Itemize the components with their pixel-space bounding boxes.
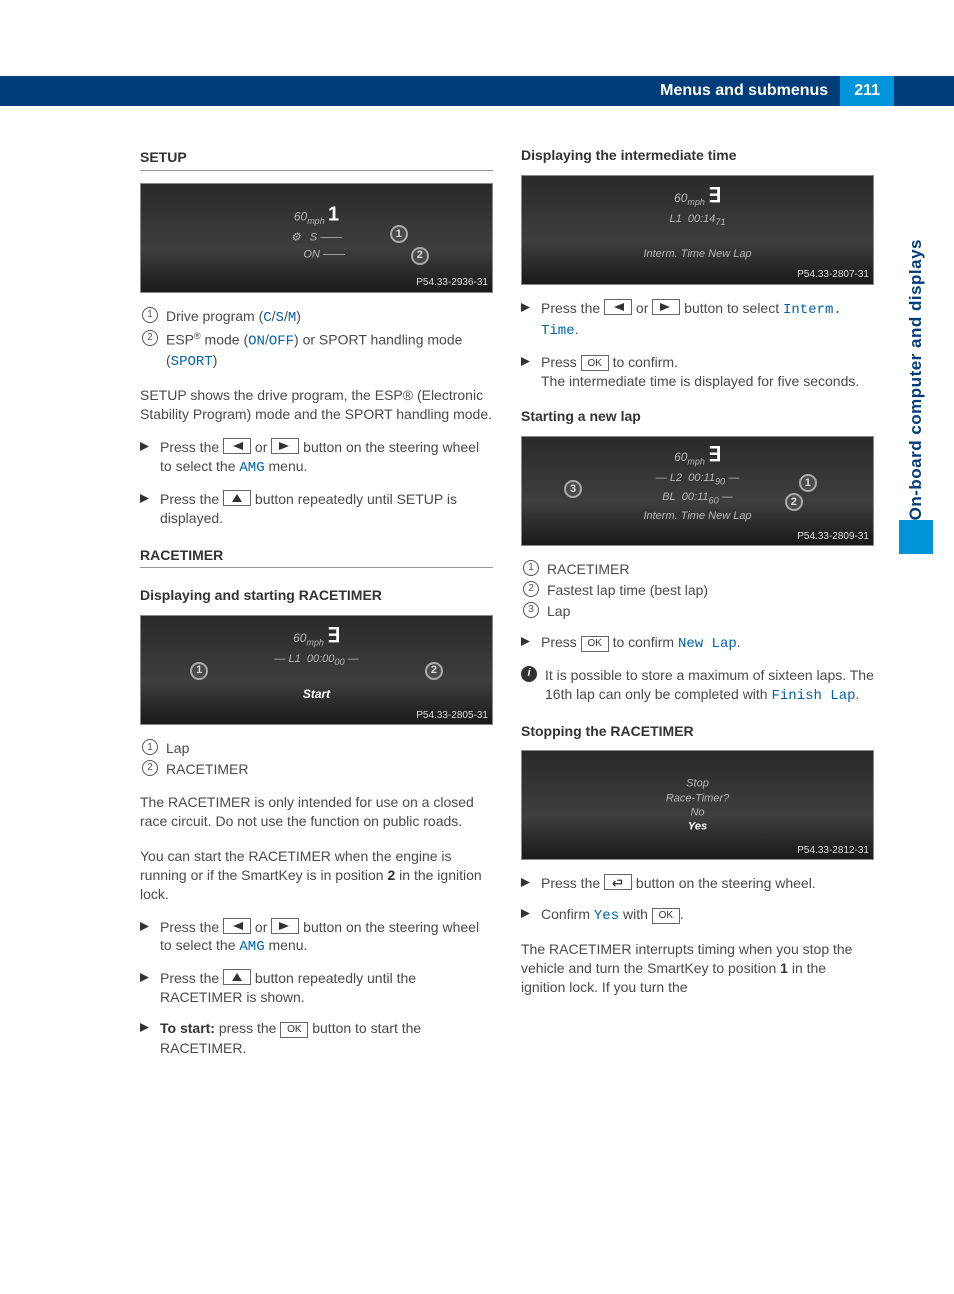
left-arrow-key-icon bbox=[604, 299, 632, 315]
page-number: 211 bbox=[840, 76, 894, 106]
step-bullet-icon bbox=[140, 1019, 152, 1058]
setup-legend: 1 Drive program (C/S/M) 2 ESP® mode (ON/… bbox=[140, 305, 493, 374]
newlap-info: i It is possible to store a maximum of s… bbox=[521, 666, 874, 706]
step-bullet-icon bbox=[140, 969, 152, 1007]
newlap-step-1: Press OK to confirm New Lap. bbox=[521, 633, 874, 654]
section-tab-label: On-board computer and displays bbox=[906, 229, 926, 520]
right-arrow-key-icon bbox=[271, 438, 299, 454]
rt-step-3: To start: press the OK button to start t… bbox=[140, 1019, 493, 1058]
interm-title: Displaying the intermediate time bbox=[521, 146, 874, 165]
stop-step-1: Press the button on the steering wheel. bbox=[521, 874, 874, 893]
step-bullet-icon bbox=[140, 490, 152, 528]
racetimer-sub1: Displaying and starting RACETIMER bbox=[140, 586, 493, 605]
right-column: Displaying the intermediate time 60mph ∃… bbox=[521, 140, 874, 1254]
ok-key-icon: OK bbox=[581, 355, 609, 371]
racetimer-legend: 1Lap 2RACETIMER bbox=[140, 737, 493, 781]
left-column: SETUP 60mph 1 ⚙ S —— ON —— 1 2 P54.33-29… bbox=[140, 140, 493, 1254]
racetimer-p1: The RACETIMER is only intended for use o… bbox=[140, 793, 493, 831]
callout-2-icon: 2 bbox=[142, 330, 158, 346]
rt-step-1: Press the or button on the steering whee… bbox=[140, 918, 493, 958]
newlap-legend: 1RACETIMER 2Fastest lap time (best lap) … bbox=[521, 558, 874, 623]
image-tag: P54.33-2812-31 bbox=[797, 844, 869, 858]
interm-step-1: Press the or button to select Interm. Ti… bbox=[521, 299, 874, 341]
left-arrow-key-icon bbox=[223, 918, 251, 934]
setup-step-1: Press the or button on the steering whee… bbox=[140, 438, 493, 478]
ok-key-icon: OK bbox=[581, 636, 609, 652]
racetimer-title: RACETIMER bbox=[140, 546, 493, 569]
image-tag: P54.33-2936-31 bbox=[416, 276, 488, 290]
header-title: Menus and submenus bbox=[660, 82, 828, 100]
image-tag: P54.33-2809-31 bbox=[797, 530, 869, 544]
setup-step-2: Press the button repeatedly until SETUP … bbox=[140, 490, 493, 528]
callout-1-icon: 1 bbox=[142, 739, 158, 755]
interm-step-2: Press OK to confirm.The intermediate tim… bbox=[521, 353, 874, 392]
info-icon: i bbox=[521, 666, 537, 682]
racetimer-display-image: 60mph ∃ — L1 00:0000 — Start 1 2 P54.33-… bbox=[140, 615, 493, 725]
section-tab-marker bbox=[899, 520, 933, 554]
step-bullet-icon bbox=[140, 438, 152, 478]
newlap-title: Starting a new lap bbox=[521, 407, 874, 426]
setup-title: SETUP bbox=[140, 148, 493, 171]
stop-title: Stopping the RACETIMER bbox=[521, 722, 874, 741]
step-bullet-icon bbox=[521, 874, 533, 893]
callout-1-icon: 1 bbox=[523, 560, 539, 576]
callout-3-icon: 3 bbox=[523, 602, 539, 618]
stop-step-2: Confirm Yes with OK. bbox=[521, 905, 874, 926]
interm-display-image: 60mph ∃ L1 00:1471 Interm. Time New Lap … bbox=[521, 175, 874, 285]
step-bullet-icon bbox=[521, 299, 533, 341]
section-tab: On-board computer and displays bbox=[898, 120, 934, 554]
ok-key-icon: OK bbox=[280, 1022, 308, 1038]
setup-description: SETUP shows the drive program, the ESP® … bbox=[140, 386, 493, 424]
up-arrow-key-icon bbox=[223, 969, 251, 985]
step-bullet-icon bbox=[521, 353, 533, 392]
back-key-icon bbox=[604, 874, 632, 890]
step-bullet-icon bbox=[521, 905, 533, 926]
callout-2-icon: 2 bbox=[142, 760, 158, 776]
newlap-display-image: 60mph ∃ — L2 00:1190 — BL 00:1160 — Inte… bbox=[521, 436, 874, 546]
racetimer-p2: You can start the RACETIMER when the eng… bbox=[140, 847, 493, 904]
right-arrow-key-icon bbox=[271, 918, 299, 934]
right-arrow-key-icon bbox=[652, 299, 680, 315]
image-tag: P54.33-2805-31 bbox=[416, 709, 488, 723]
step-bullet-icon bbox=[140, 918, 152, 958]
setup-display-image: 60mph 1 ⚙ S —— ON —— 1 2 P54.33-2936-31 bbox=[140, 183, 493, 293]
stop-paragraph: The RACETIMER interrupts timing when you… bbox=[521, 940, 874, 997]
content-area: SETUP 60mph 1 ⚙ S —— ON —— 1 2 P54.33-29… bbox=[140, 140, 874, 1254]
left-arrow-key-icon bbox=[223, 438, 251, 454]
up-arrow-key-icon bbox=[223, 490, 251, 506]
page-header: Menus and submenus 211 bbox=[0, 76, 954, 106]
callout-2-icon: 2 bbox=[523, 581, 539, 597]
step-bullet-icon bbox=[521, 633, 533, 654]
image-tag: P54.33-2807-31 bbox=[797, 268, 869, 282]
callout-1-icon: 1 bbox=[142, 307, 158, 323]
ok-key-icon: OK bbox=[652, 908, 680, 924]
stop-display-image: Stop Race-Timer? No Yes P54.33-2812-31 bbox=[521, 750, 874, 860]
rt-step-2: Press the button repeatedly until the RA… bbox=[140, 969, 493, 1007]
